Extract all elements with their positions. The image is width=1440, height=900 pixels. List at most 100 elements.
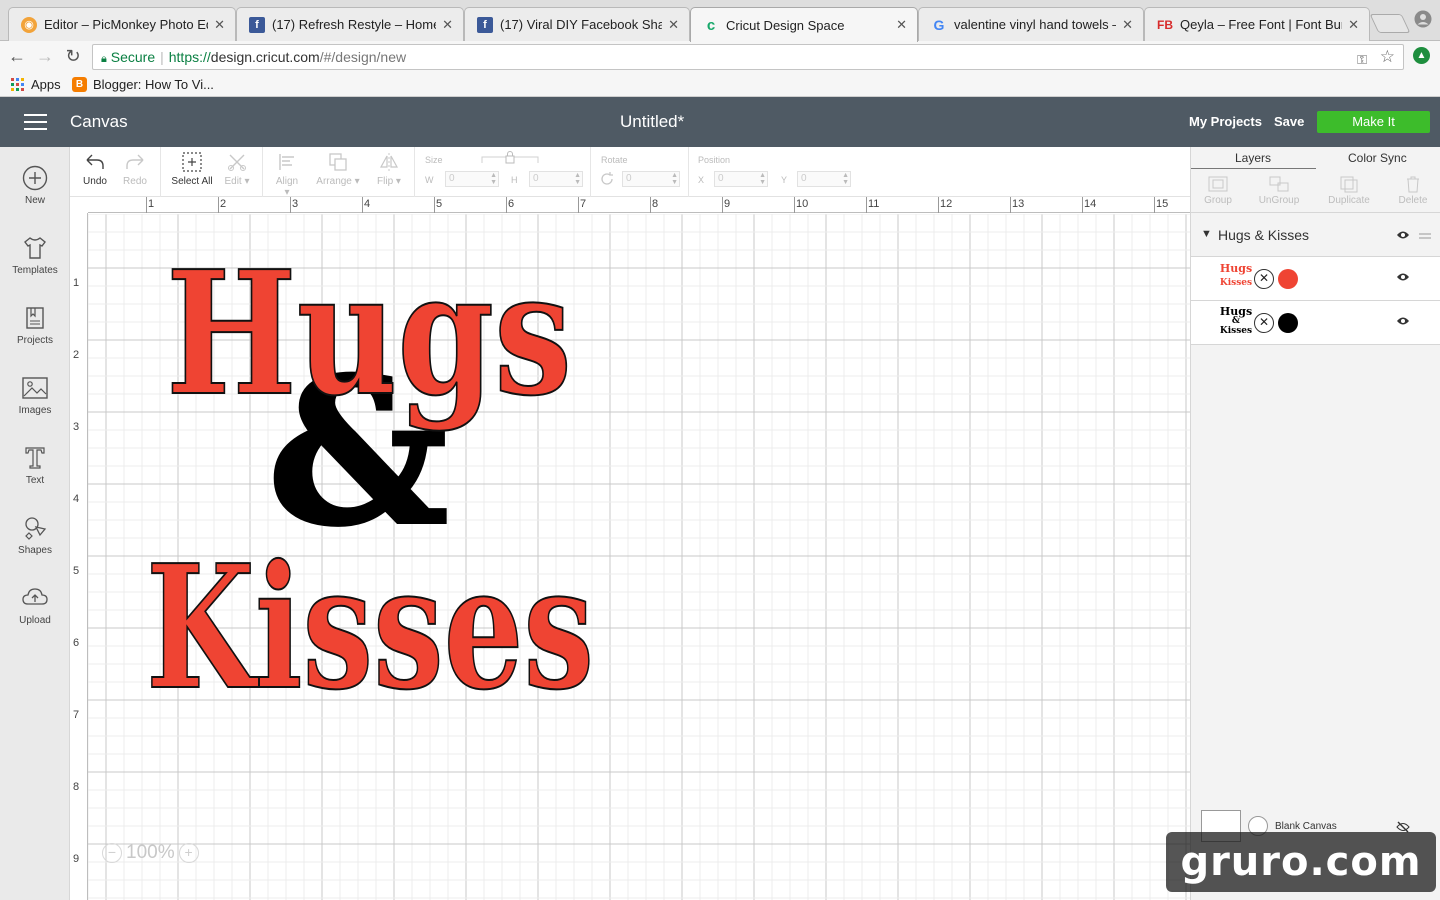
select-all-button[interactable]: Select All — [170, 151, 214, 187]
drag-handle-icon[interactable] — [1419, 233, 1431, 239]
panel-tabs: Layers Color Sync — [1191, 147, 1440, 169]
sidebar-item-label: Projects — [16, 335, 54, 346]
lock-icon: 🔒︎ — [101, 53, 107, 65]
delete-button[interactable]: Delete — [1393, 175, 1433, 206]
redo-button[interactable]: Redo — [122, 151, 148, 187]
browser-tab-cricut[interactable]: ϲ Cricut Design Space ✕ — [690, 7, 918, 42]
lock-ratio-icon[interactable] — [480, 151, 540, 165]
design-canvas[interactable]: 1 2 3 4 5 6 7 8 9 10 11 12 13 14 15 123456789 & Hugs K… — [70, 197, 1190, 900]
new-tab-button[interactable] — [1369, 14, 1411, 33]
browser-tab-fontbundles[interactable]: FB Qeyla – Free Font | Font Bund ✕ — [1144, 7, 1370, 41]
height-input[interactable]: 0 ▲ ▼ — [529, 171, 583, 187]
eye-icon[interactable] — [1396, 272, 1410, 282]
caret-down-icon[interactable]: ▼ — [1201, 228, 1212, 240]
sidebar-item-new[interactable]: New — [0, 165, 70, 206]
make-it-button[interactable]: Make It — [1317, 111, 1430, 133]
tab-color-sync[interactable]: Color Sync — [1348, 151, 1407, 165]
reload-icon[interactable]: ↻ — [62, 45, 84, 67]
toolbar-divider — [262, 147, 263, 197]
blank-canvas-label: Blank Canvas — [1275, 821, 1337, 832]
arrange-button[interactable]: Arrange ▾ — [316, 151, 360, 187]
tab-layers[interactable]: Layers — [1235, 151, 1271, 165]
forward-arrow-icon[interactable]: → — [34, 45, 56, 67]
browser-tab-picmonkey[interactable]: ◉ Editor – PicMonkey Photo Edit ✕ — [8, 7, 236, 41]
sidebar-item-text[interactable]: Text — [0, 445, 70, 486]
text-icon — [25, 447, 45, 469]
zoom-out-button[interactable]: − — [102, 843, 122, 863]
browser-tab-refresh-restyle[interactable]: f (17) Refresh Restyle – Home ✕ — [236, 7, 464, 41]
stepper-icon[interactable]: ▲ ▼ — [574, 172, 581, 186]
design-word-kisses[interactable]: Kisses — [145, 527, 595, 729]
stepper-icon[interactable]: ▲ ▼ — [671, 172, 678, 186]
stepper-icon[interactable]: ▲ ▼ — [842, 172, 849, 186]
extension-icon[interactable]: ▲ — [1413, 47, 1430, 64]
browser-tab-viral-diy[interactable]: f (17) Viral DIY Facebook Shari ✕ — [464, 7, 690, 41]
x-position-input[interactable]: 0 ▲ ▼ — [714, 171, 768, 187]
close-icon[interactable]: ✕ — [214, 17, 225, 33]
url-host: design.cricut.com — [210, 49, 320, 65]
chevron-down-icon: ▾ — [351, 176, 360, 187]
close-icon[interactable]: ✕ — [1122, 17, 1133, 33]
picmonkey-icon: ◉ — [21, 16, 37, 33]
app-header: Canvas Untitled* My Projects Save Make I… — [0, 97, 1440, 147]
undo-button[interactable]: Undo — [82, 151, 108, 187]
close-icon[interactable]: ✕ — [896, 17, 907, 33]
duplicate-button[interactable]: Duplicate — [1323, 175, 1375, 206]
cut-icon[interactable]: ✕ — [1254, 313, 1274, 333]
align-button[interactable]: Align ▾ — [272, 151, 302, 198]
zoom-in-button[interactable]: + — [178, 843, 199, 863]
zoom-level: 100% — [126, 842, 175, 863]
flip-button[interactable]: Flip ▾ — [374, 151, 404, 187]
ungroup-icon — [1269, 176, 1289, 192]
color-swatch[interactable] — [1278, 269, 1298, 289]
layer-row-red[interactable]: Hugs Kisses ✕ — [1191, 257, 1440, 301]
sidebar-item-label: Templates — [12, 265, 58, 276]
key-icon[interactable]: ⚿ — [1357, 48, 1367, 72]
sidebar-item-upload[interactable]: Upload — [0, 585, 70, 626]
design-word-hugs[interactable]: Hugs — [165, 233, 573, 435]
profile-icon[interactable] — [1414, 10, 1432, 28]
sidebar-item-projects[interactable]: Projects — [0, 305, 70, 346]
browser-tab-google[interactable]: G valentine vinyl hand towels – ✕ — [918, 7, 1144, 41]
url-field[interactable]: 🔒︎ Secure | https://design.cricut.com/#/de… — [92, 44, 1404, 70]
cut-icon[interactable]: ✕ — [1254, 269, 1274, 289]
group-name: Hugs & Kisses — [1218, 227, 1310, 243]
align-icon — [279, 154, 294, 170]
facebook-icon: f — [249, 16, 265, 33]
bookmark-apps[interactable]: Apps — [10, 75, 61, 93]
close-icon[interactable]: ✕ — [668, 17, 679, 33]
star-icon[interactable]: ☆ — [1380, 45, 1395, 69]
sidebar-item-shapes[interactable]: Shapes — [0, 515, 70, 556]
hamburger-menu-icon[interactable] — [24, 114, 47, 130]
stepper-icon[interactable]: ▲ ▼ — [759, 172, 766, 186]
toolbar-divider — [160, 147, 161, 197]
zoom-control: − 100% + — [102, 842, 199, 864]
width-input[interactable]: 0 ▲ ▼ — [445, 171, 499, 187]
layer-group-row[interactable]: ▼ Hugs & Kisses — [1191, 217, 1440, 257]
sidebar-item-images[interactable]: Images — [0, 375, 70, 416]
layer-thumbnail: Hugs & Kisses — [1219, 305, 1253, 336]
watermark: gruro.com — [1166, 832, 1436, 892]
y-position-input[interactable]: 0 ▲ ▼ — [797, 171, 851, 187]
select-all-icon — [182, 152, 202, 172]
eye-icon[interactable] — [1396, 316, 1410, 326]
bookmark-blogger[interactable]: B Blogger: How To Vi... — [72, 75, 214, 93]
ungroup-button[interactable]: UnGroup — [1253, 175, 1305, 206]
shapes-icon — [25, 517, 47, 540]
layer-row-black[interactable]: Hugs & Kisses ✕ — [1191, 301, 1440, 345]
rotate-input[interactable]: 0 ▲ ▼ — [622, 171, 680, 187]
color-swatch[interactable] — [1278, 313, 1298, 333]
back-arrow-icon[interactable]: ← — [6, 45, 28, 67]
close-icon[interactable]: ✕ — [442, 17, 453, 33]
close-icon[interactable]: ✕ — [1348, 17, 1359, 33]
eye-icon[interactable] — [1396, 230, 1410, 240]
sidebar-item-templates[interactable]: Templates — [0, 235, 70, 276]
my-projects-link[interactable]: My Projects — [1189, 114, 1262, 129]
duplicate-icon — [1340, 176, 1358, 193]
save-button[interactable]: Save — [1274, 114, 1304, 129]
edit-button[interactable]: Edit ▾ — [222, 151, 252, 187]
hugs-kisses-design[interactable]: & Hugs Kisses — [70, 197, 1190, 900]
group-button[interactable]: Group — [1199, 175, 1237, 206]
stepper-icon[interactable]: ▲ ▼ — [490, 172, 497, 186]
chevron-down-icon: ▾ — [393, 176, 401, 187]
